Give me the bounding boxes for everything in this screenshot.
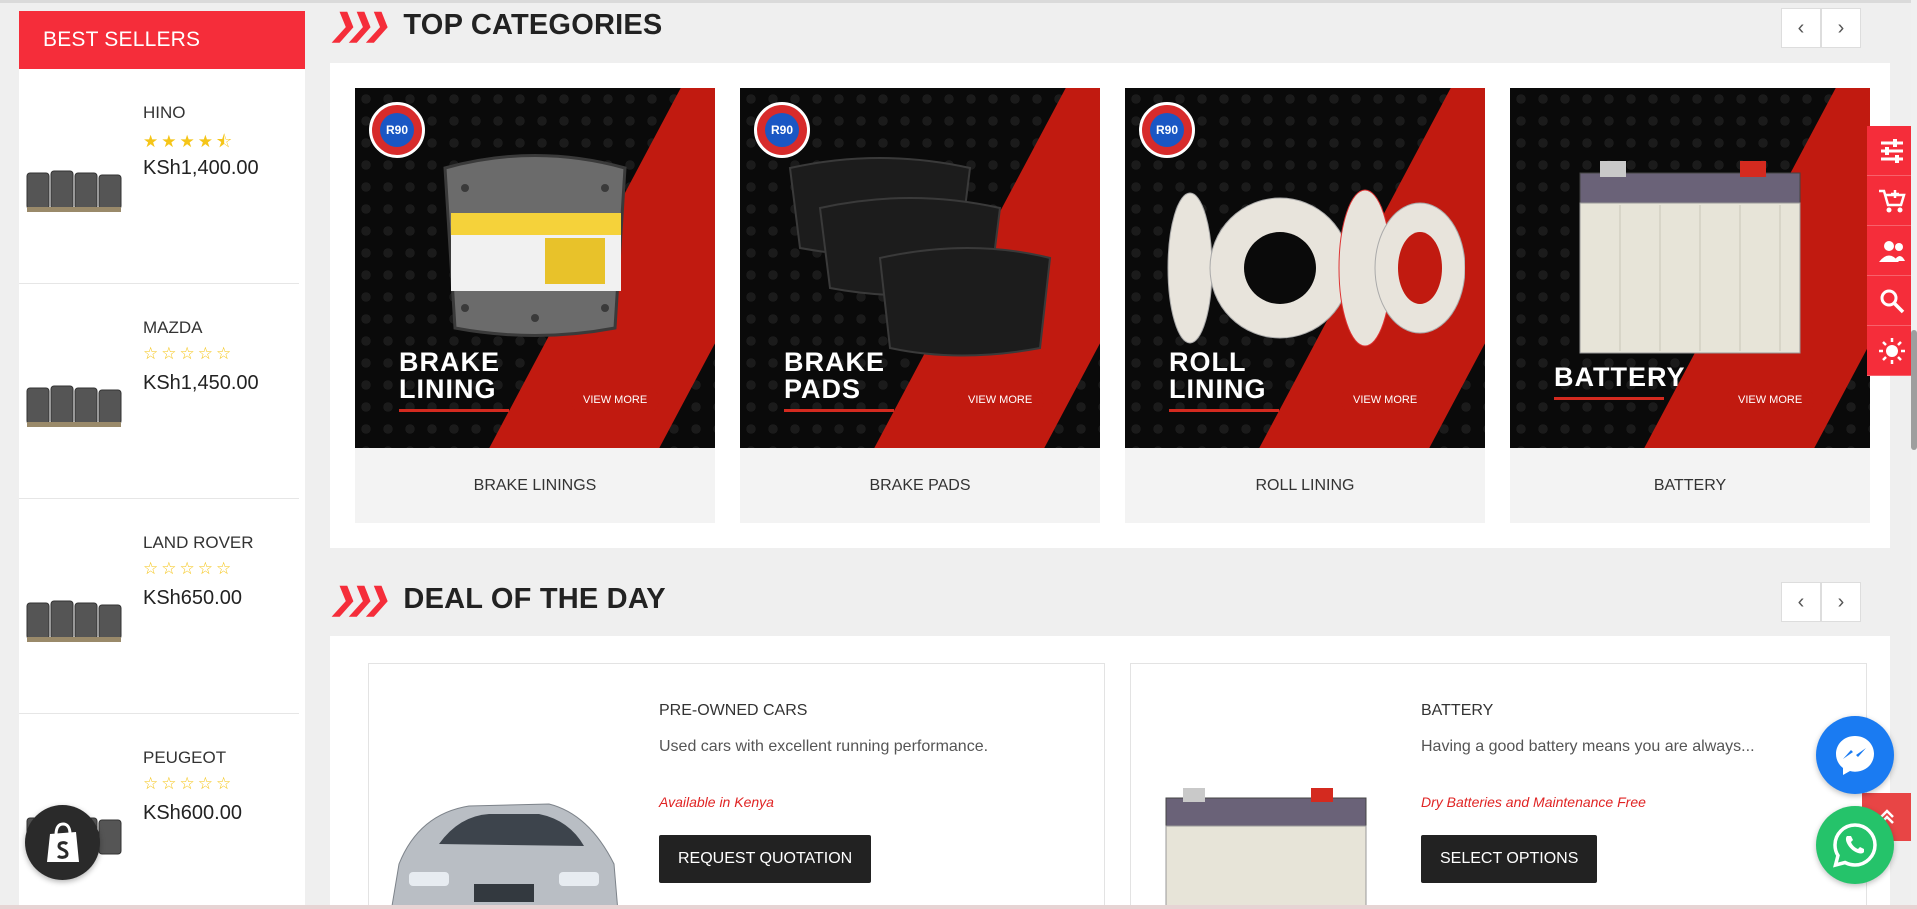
product-price: KSh650.00 [143, 587, 242, 609]
scrollbar-thumb[interactable] [1911, 330, 1917, 450]
battery-image [1579, 161, 1801, 354]
top-categories-nav: ‹ › [1781, 8, 1861, 48]
deal-note: Dry Batteries and Maintenance Free [1421, 794, 1646, 810]
prev-button[interactable]: ‹ [1781, 582, 1821, 622]
badge-text: R90 [380, 113, 414, 147]
ece-r90-badge: R90 [1139, 102, 1195, 158]
section-title: DEAL OF THE DAY [403, 583, 666, 615]
best-seller-item[interactable]: MAZDA ☆☆☆☆☆ KSh1,450.00 [19, 284, 299, 499]
view-more-button[interactable]: VIEW MORE [1341, 386, 1430, 414]
top-categories-heading: ❯❯❯ TOP CATEGORIES [330, 8, 662, 43]
view-more-button[interactable]: VIEW MORE [956, 386, 1045, 414]
brake-pads-image [788, 157, 1052, 357]
brake-lining-thumbnail[interactable] [25, 374, 125, 434]
category-card-brake-linings[interactable]: R90 BRAKE LINING VIEW MORE BRAKE LININGS [355, 88, 715, 523]
deal-card-pre-owned-cars: PRE-OWNED CARS Used cars with excellent … [368, 663, 1105, 909]
filter-sliders-icon[interactable] [1867, 126, 1917, 176]
prev-button[interactable]: ‹ [1781, 8, 1821, 48]
banner-headline: BRAKE PADS [784, 349, 894, 412]
search-icon[interactable] [1867, 276, 1917, 326]
scrollbar[interactable] [1911, 0, 1917, 909]
brake-lining-image [443, 154, 627, 337]
deal-of-the-day-carousel: PRE-OWNED CARS Used cars with excellent … [330, 636, 1890, 909]
category-banner[interactable]: R90 BRAKE PADS VIEW MORE [740, 88, 1100, 448]
banner-line: LINING [399, 374, 497, 404]
brake-lining-thumbnail[interactable] [25, 589, 125, 649]
deal-nav: ‹ › [1781, 582, 1861, 622]
ece-r90-badge: R90 [369, 102, 425, 158]
view-more-button[interactable]: VIEW MORE [1726, 386, 1815, 414]
right-quick-bar [1867, 126, 1917, 376]
product-name[interactable]: PEUGEOT [143, 748, 226, 768]
request-quotation-button[interactable]: REQUEST QUOTATION [659, 835, 872, 883]
messenger-icon [1836, 736, 1874, 775]
rating-stars: ☆☆☆☆☆ [143, 344, 235, 363]
category-banner[interactable]: R90 ROLL LINING VIEW MORE [1125, 88, 1485, 448]
messenger-chat-button[interactable] [1816, 716, 1894, 794]
product-price: KSh600.00 [143, 802, 242, 824]
bottom-strip [0, 905, 1917, 909]
badge-text: R90 [1150, 113, 1184, 147]
account-icon[interactable] [1867, 226, 1917, 276]
rating-stars: ☆☆☆☆☆ [143, 774, 235, 793]
rating-stars: ★★★★⯪ [143, 132, 236, 151]
brightness-icon[interactable] [1867, 326, 1917, 376]
product-name[interactable]: HINO [143, 103, 186, 123]
product-name[interactable]: LAND ROVER [143, 533, 254, 553]
banner-line: ROLL [1169, 347, 1247, 377]
category-banner[interactable]: BATTERY VIEW MORE [1510, 88, 1870, 448]
banner-line: BRAKE [399, 347, 501, 377]
whatsapp-chat-button[interactable] [1816, 806, 1894, 884]
view-more-button[interactable]: VIEW MORE [571, 386, 660, 414]
banner-headline: BATTERY [1554, 364, 1686, 400]
banner-line: LINING [1169, 374, 1267, 404]
battery-image[interactable] [1161, 784, 1371, 909]
deal-title[interactable]: PRE-OWNED CARS [659, 702, 807, 720]
shopify-bag-button[interactable] [25, 805, 100, 880]
deal-description: Having a good battery means you are alwa… [1421, 738, 1755, 755]
deal-description: Used cars with excellent running perform… [659, 738, 989, 755]
product-price: KSh1,400.00 [143, 157, 259, 179]
badge-text: R90 [765, 113, 799, 147]
top-categories-carousel: R90 BRAKE LINING VIEW MORE BRAKE LININGS … [330, 63, 1890, 548]
roll-lining-image [1167, 189, 1465, 347]
category-label[interactable]: ROLL LINING [1125, 448, 1485, 523]
next-button[interactable]: › [1821, 8, 1861, 48]
category-label[interactable]: BATTERY [1510, 448, 1870, 523]
triple-chevron-icon: ❯❯❯ [330, 583, 389, 616]
triple-chevron-icon: ❯❯❯ [330, 9, 389, 42]
category-label[interactable]: BRAKE PADS [740, 448, 1100, 523]
deal-title[interactable]: BATTERY [1421, 702, 1493, 720]
brake-lining-thumbnail[interactable] [25, 159, 125, 219]
best-seller-item[interactable]: LAND ROVER ☆☆☆☆☆ KSh650.00 [19, 499, 299, 714]
banner-headline: ROLL LINING [1169, 349, 1279, 412]
product-name[interactable]: MAZDA [143, 318, 203, 338]
best-sellers-title: BEST SELLERS [19, 11, 305, 69]
rating-stars: ☆☆☆☆☆ [143, 559, 235, 578]
banner-line: BATTERY [1554, 362, 1686, 392]
next-button[interactable]: › [1821, 582, 1861, 622]
deal-note: Available in Kenya [659, 794, 774, 810]
best-seller-item[interactable]: HINO ★★★★⯪ KSh1,400.00 [19, 69, 299, 284]
banner-headline: BRAKE LINING [399, 349, 509, 412]
category-banner[interactable]: R90 BRAKE LINING VIEW MORE [355, 88, 715, 448]
banner-line: BRAKE [784, 347, 886, 377]
whatsapp-icon [1833, 823, 1877, 868]
banner-line: PADS [784, 374, 862, 404]
cart-add-icon[interactable] [1867, 176, 1917, 226]
top-divider [0, 0, 1917, 3]
shopify-bag-icon [46, 821, 79, 862]
category-card-roll-lining[interactable]: R90 ROLL LINING VIEW MORE ROLL LINING [1125, 88, 1485, 523]
car-image[interactable] [379, 794, 629, 909]
select-options-button[interactable]: SELECT OPTIONS [1421, 835, 1598, 883]
deal-card-battery: BATTERY Having a good battery means you … [1130, 663, 1867, 909]
deal-of-the-day-heading: ❯❯❯ DEAL OF THE DAY [330, 582, 666, 617]
product-price: KSh1,450.00 [143, 372, 259, 394]
section-title: TOP CATEGORIES [403, 9, 663, 41]
category-label[interactable]: BRAKE LININGS [355, 448, 715, 523]
category-card-battery[interactable]: BATTERY VIEW MORE BATTERY [1510, 88, 1870, 523]
category-card-brake-pads[interactable]: R90 BRAKE PADS VIEW MORE BRAKE PADS [740, 88, 1100, 523]
best-sellers-sidebar: BEST SELLERS HINO ★★★★⯪ KSh1,400.00 MAZD… [19, 11, 305, 909]
